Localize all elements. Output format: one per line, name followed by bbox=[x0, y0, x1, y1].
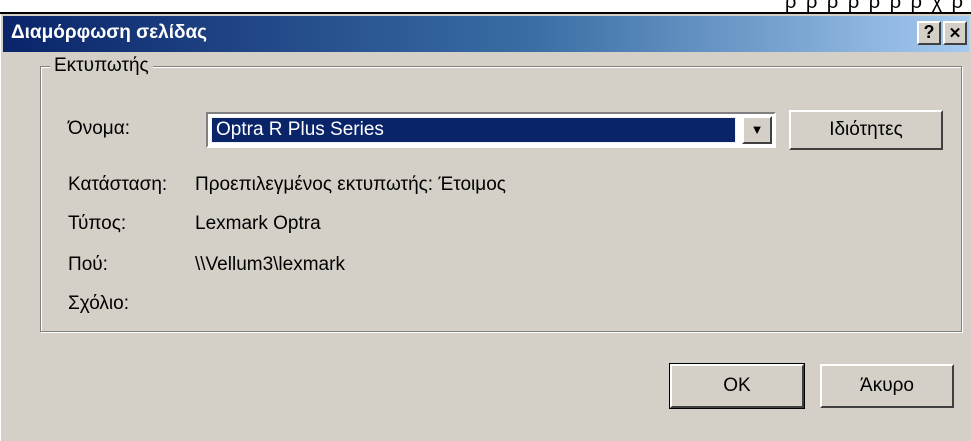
background-window-edge: ρ ρ ρ ρ ρ ρ ρ χ ρ bbox=[0, 0, 971, 14]
dialog-title: Διαμόρφωση σελίδας bbox=[11, 22, 208, 43]
where-value: \\Vellum3\lexmark bbox=[195, 254, 345, 275]
dropdown-button[interactable]: ▼ bbox=[742, 116, 772, 144]
printer-name-select[interactable]: Optra R Plus Series ▼ bbox=[206, 112, 776, 148]
comment-label: Σχόλιο: bbox=[68, 293, 129, 314]
close-button[interactable]: ✕ bbox=[943, 21, 967, 45]
printer-group-title: Εκτυπωτής bbox=[50, 55, 153, 77]
printer-name-selected: Optra R Plus Series bbox=[211, 117, 736, 143]
where-label: Πού: bbox=[68, 254, 108, 275]
type-value: Lexmark Optra bbox=[195, 213, 321, 234]
ok-button[interactable]: OK bbox=[669, 363, 805, 409]
cancel-button[interactable]: Άκυρο bbox=[820, 364, 954, 408]
printer-groupbox bbox=[40, 66, 962, 332]
close-icon: ✕ bbox=[948, 25, 962, 42]
help-button[interactable]: ? bbox=[917, 21, 941, 45]
name-label: Όνομα: bbox=[68, 118, 130, 139]
chevron-down-icon: ▼ bbox=[750, 122, 764, 137]
status-label: Κατάσταση: bbox=[68, 174, 168, 195]
properties-button[interactable]: Ιδιότητες bbox=[789, 110, 943, 150]
title-bar[interactable]: Διαμόρφωση σελίδας ? ✕ bbox=[3, 16, 969, 52]
question-icon: ? bbox=[923, 22, 935, 42]
type-label: Τύπος: bbox=[68, 213, 127, 234]
status-value: Προεπιλεγμένος εκτυπωτής: Έτοιμος bbox=[195, 174, 506, 195]
